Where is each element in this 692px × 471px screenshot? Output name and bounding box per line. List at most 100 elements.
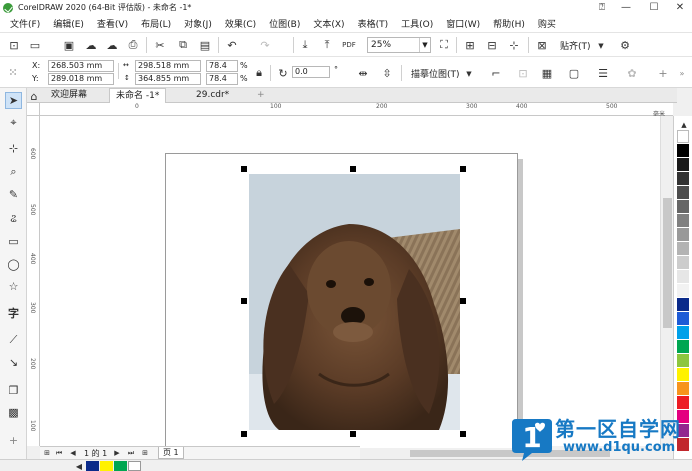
- transparency-tool-icon[interactable]: ▩: [5, 404, 22, 421]
- full-screen-icon[interactable]: ⛶: [437, 38, 451, 52]
- crop-bitmap-icon[interactable]: ⌐: [489, 66, 503, 80]
- mirror-horizontal-icon[interactable]: ⇹: [356, 66, 370, 80]
- palette-swatch[interactable]: [677, 158, 689, 171]
- dog-photo-bitmap[interactable]: [249, 174, 460, 430]
- home-icon[interactable]: ⌂: [27, 89, 41, 103]
- palette-swatch[interactable]: [677, 256, 689, 269]
- trace-bitmap-button[interactable]: 描摹位图(T): [411, 67, 460, 80]
- cut-icon[interactable]: ✂: [153, 38, 167, 52]
- frame-icon[interactable]: ▢: [567, 66, 581, 80]
- rotate-icon[interactable]: ↻: [276, 66, 290, 80]
- menu-bitmaps[interactable]: 位图(B): [269, 17, 300, 30]
- y-position-field[interactable]: 289.018 mm: [48, 73, 114, 85]
- rectangle-tool-icon[interactable]: ▭: [5, 233, 22, 250]
- menu-view[interactable]: 查看(V): [97, 17, 128, 30]
- add-icon[interactable]: +: [656, 66, 670, 80]
- snap-icon[interactable]: ⊠: [535, 38, 549, 52]
- show-rulers-icon[interactable]: ⊞: [463, 38, 477, 52]
- chevron-right-icon[interactable]: »: [675, 66, 689, 80]
- publish-pdf-icon[interactable]: PDF: [342, 38, 356, 52]
- cloud-upload-icon[interactable]: ☁: [84, 38, 98, 52]
- new-tab-button[interactable]: +: [251, 88, 271, 103]
- selection-handle[interactable]: [241, 166, 247, 172]
- tab-29-cdr[interactable]: 29.cdr*: [190, 88, 235, 103]
- chevron-down-icon[interactable]: ▼: [419, 38, 430, 52]
- palette-swatch[interactable]: [677, 312, 689, 325]
- resample-icon[interactable]: ▦: [540, 66, 554, 80]
- vertical-ruler[interactable]: 600 500 400 300 200 100: [27, 116, 40, 446]
- print-icon[interactable]: ⎙: [126, 38, 140, 52]
- open-folder-icon[interactable]: ▭: [28, 38, 42, 52]
- zoom-level-select[interactable]: 25% ▼: [367, 37, 431, 53]
- palette-swatch[interactable]: [677, 284, 689, 297]
- selection-handle[interactable]: [241, 431, 247, 437]
- paste-icon[interactable]: ▤: [198, 38, 212, 52]
- connector-tool-icon[interactable]: ↘: [5, 354, 22, 371]
- last-page-icon[interactable]: ⏭: [124, 446, 138, 460]
- menu-edit[interactable]: 编辑(E): [53, 17, 84, 30]
- zoom-tool-icon[interactable]: ⌕: [5, 163, 22, 180]
- palette-swatch[interactable]: [677, 214, 689, 227]
- import-icon[interactable]: ⤓: [298, 38, 312, 52]
- cloud-download-icon[interactable]: ☁: [105, 38, 119, 52]
- maximize-button[interactable]: ☐: [642, 0, 666, 15]
- palette-swatch[interactable]: [677, 326, 689, 339]
- next-page-icon[interactable]: ▶: [110, 446, 124, 460]
- add-page-icon[interactable]: ⊞: [138, 446, 152, 460]
- close-button[interactable]: ✕: [668, 0, 692, 15]
- edit-bitmap-icon[interactable]: ⊡: [516, 66, 530, 80]
- scale-height-field[interactable]: 78.4: [206, 73, 238, 85]
- undo-icon[interactable]: ↶: [225, 38, 239, 52]
- menu-text[interactable]: 文本(X): [313, 17, 344, 30]
- add-tool-icon[interactable]: +: [5, 432, 22, 449]
- rotation-angle-field[interactable]: 0.0: [292, 66, 330, 78]
- chevron-down-icon[interactable]: ▼: [594, 39, 608, 53]
- palette-swatch[interactable]: [677, 298, 689, 311]
- ruler-corner[interactable]: [27, 103, 40, 116]
- palette-swatch[interactable]: [677, 200, 689, 213]
- parallel-dimension-tool-icon[interactable]: ⟋: [5, 331, 22, 348]
- shape-tool-icon[interactable]: ⌖: [5, 114, 22, 131]
- drawing-canvas[interactable]: [40, 116, 660, 451]
- palette-swatch[interactable]: [677, 172, 689, 185]
- menu-help[interactable]: 帮助(H): [493, 17, 525, 30]
- page-tab-1[interactable]: 页 1: [158, 447, 184, 459]
- palette-swatch[interactable]: [677, 144, 689, 157]
- height-field[interactable]: 364.855 mm: [135, 73, 201, 85]
- palette-swatch[interactable]: [677, 382, 689, 395]
- palette-swatch[interactable]: [677, 228, 689, 241]
- show-guidelines-icon[interactable]: ⊹: [507, 38, 521, 52]
- save-icon[interactable]: ▣: [62, 38, 76, 52]
- selection-handle[interactable]: [350, 431, 356, 437]
- redo-icon[interactable]: ↷: [258, 38, 272, 52]
- menu-file[interactable]: 文件(F): [10, 17, 40, 30]
- show-grid-icon[interactable]: ⊟: [485, 38, 499, 52]
- palette-swatch[interactable]: [677, 130, 689, 143]
- drop-shadow-tool-icon[interactable]: ❐: [5, 382, 22, 399]
- selection-handle[interactable]: [460, 298, 466, 304]
- menu-effects[interactable]: 效果(C): [225, 17, 256, 30]
- vertical-scrollbar[interactable]: [660, 116, 673, 446]
- selection-handle[interactable]: [460, 166, 466, 172]
- menu-object[interactable]: 对象(J): [184, 17, 212, 30]
- prev-page-icon[interactable]: ◀: [66, 446, 80, 460]
- effects-icon[interactable]: ✿: [625, 66, 639, 80]
- palette-swatch[interactable]: [677, 368, 689, 381]
- palette-swatch[interactable]: [677, 340, 689, 353]
- menu-tools[interactable]: 工具(O): [401, 17, 433, 30]
- export-icon[interactable]: ⤒: [320, 38, 334, 52]
- menu-layout[interactable]: 布局(L): [141, 17, 171, 30]
- freehand-tool-icon[interactable]: ✎: [5, 186, 22, 203]
- artistic-media-tool-icon[interactable]: ଌ: [5, 210, 22, 227]
- menu-table[interactable]: 表格(T): [358, 17, 389, 30]
- lock-ratio-icon[interactable]: 🔒︎: [252, 66, 266, 80]
- palette-swatch[interactable]: [677, 354, 689, 367]
- horizontal-ruler[interactable]: 0 100 200 300 400 500 毫米: [40, 103, 673, 118]
- selection-handle[interactable]: [241, 298, 247, 304]
- first-page-icon[interactable]: ⏮: [52, 446, 66, 460]
- help-icon[interactable]: ⍰: [590, 0, 614, 15]
- minimize-button[interactable]: —: [614, 0, 638, 15]
- status-nav-icon[interactable]: ◀: [72, 459, 86, 471]
- width-field[interactable]: 298.518 mm: [135, 60, 201, 72]
- pick-tool-icon[interactable]: ➤: [5, 92, 22, 109]
